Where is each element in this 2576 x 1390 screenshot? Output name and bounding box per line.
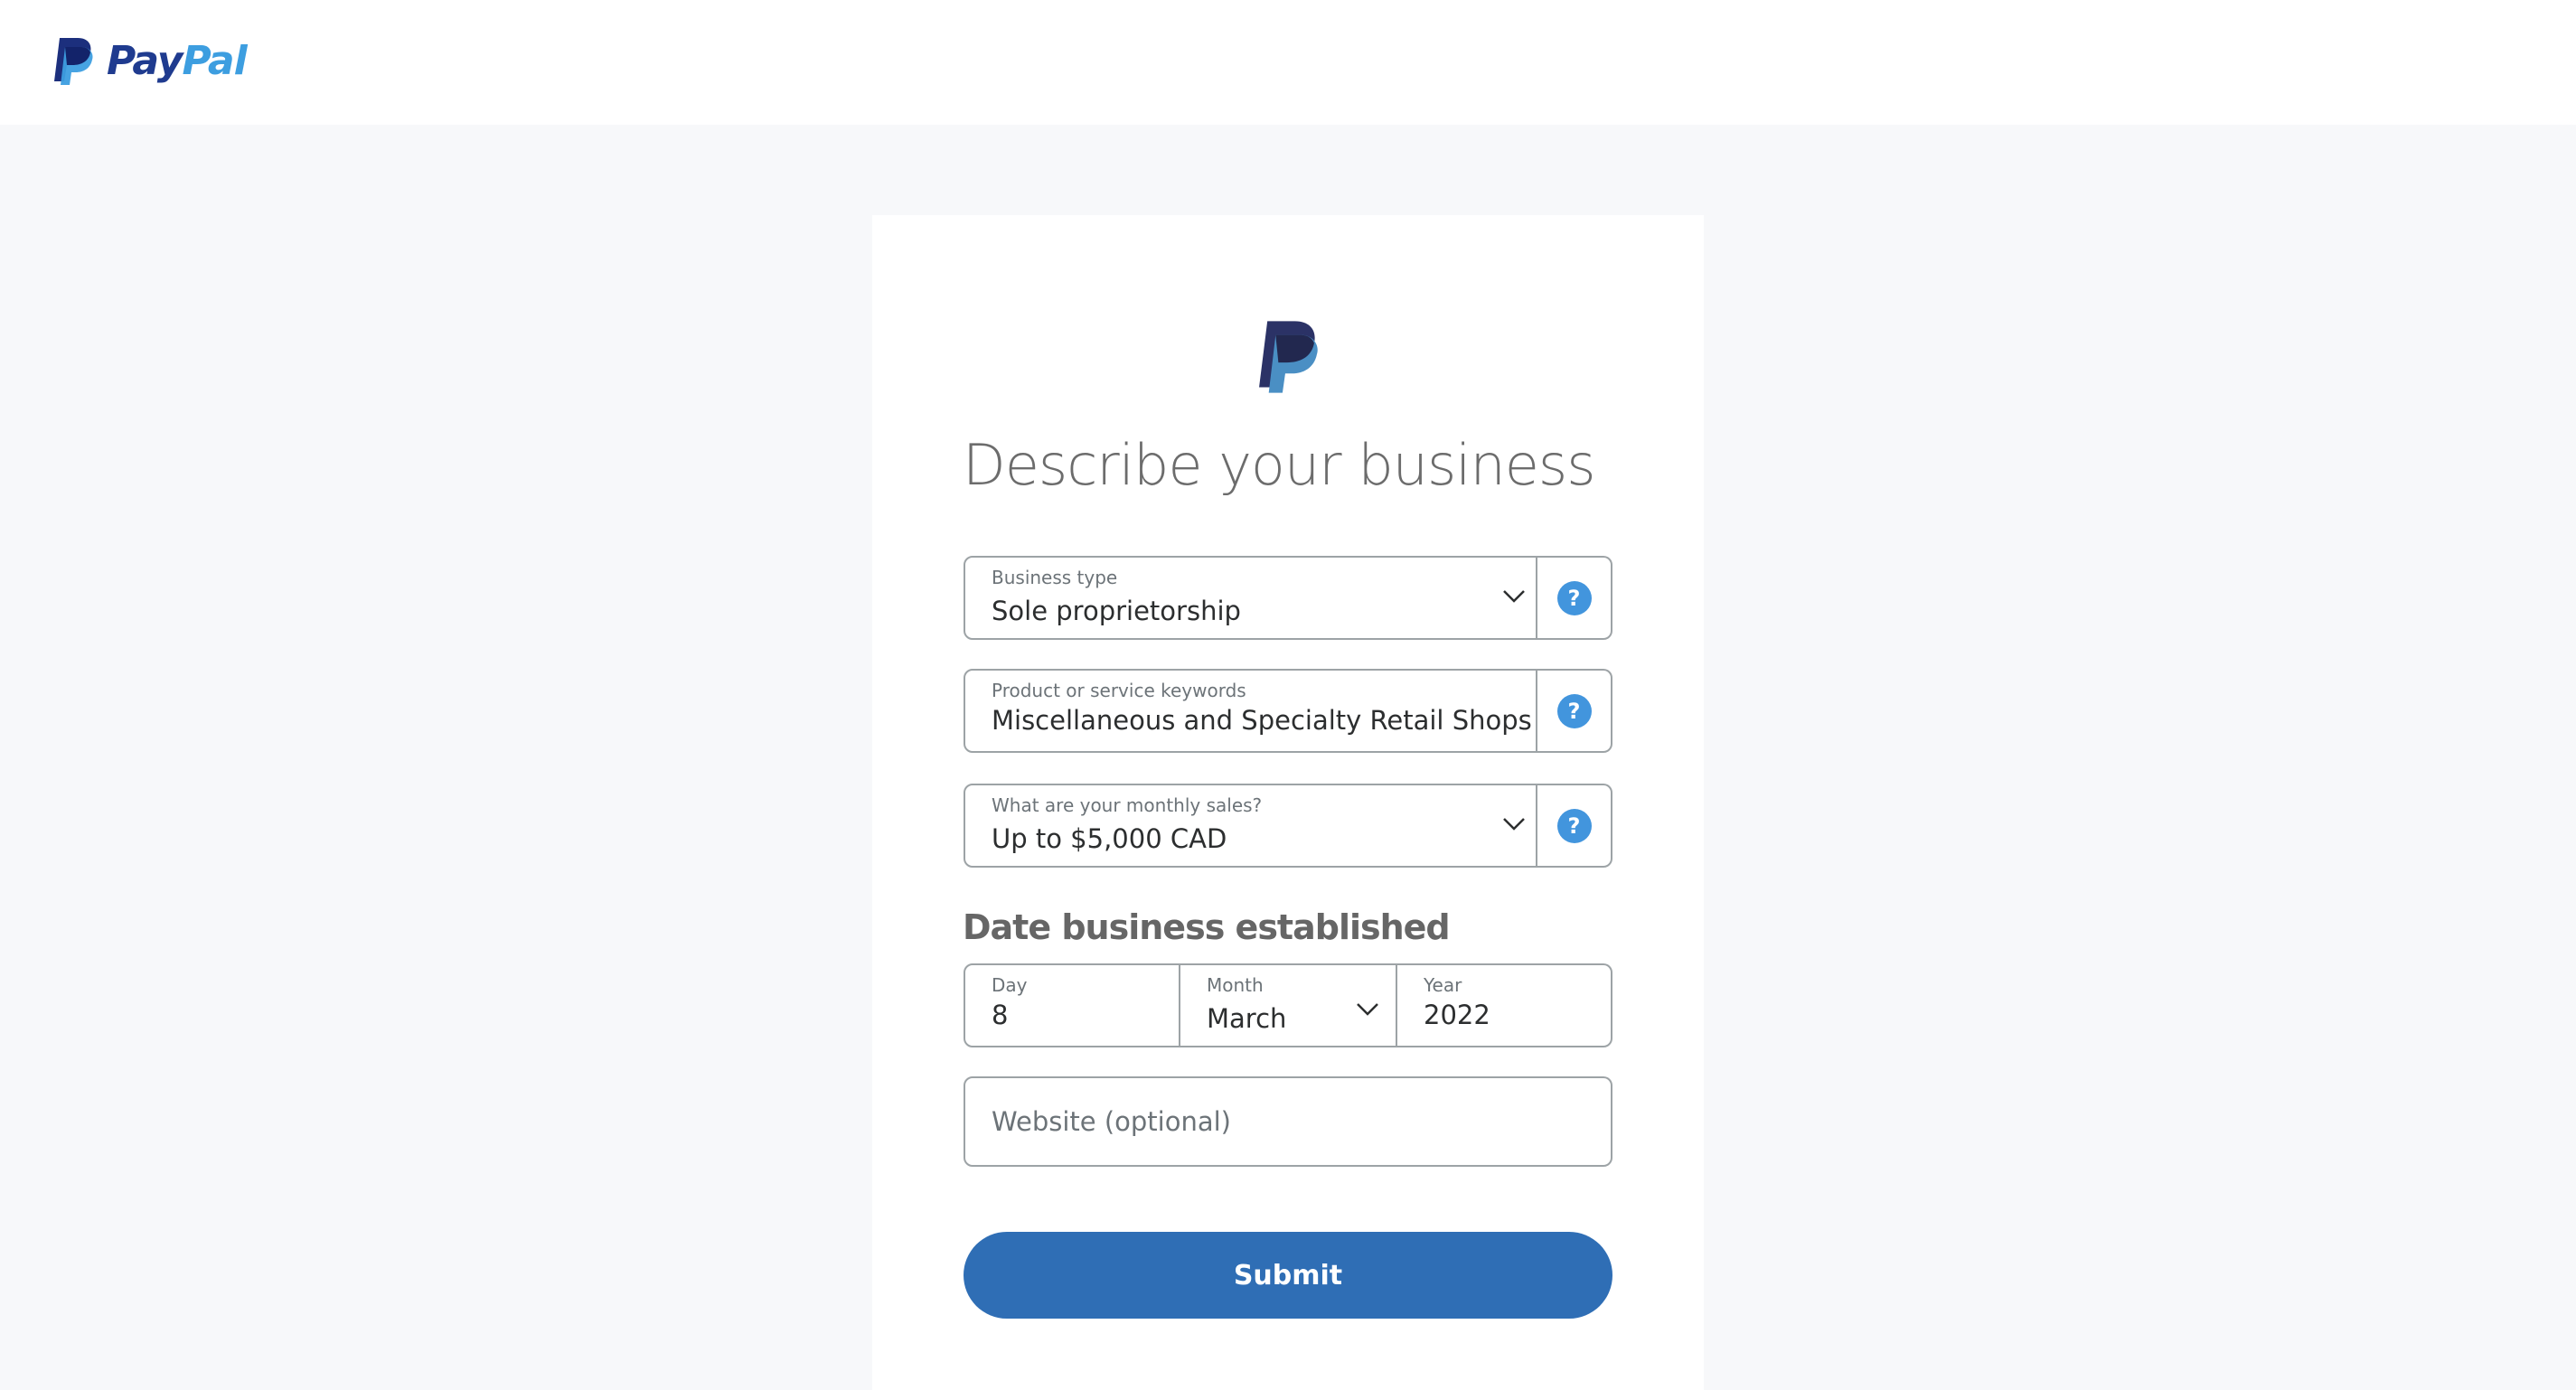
keywords-field[interactable]: Product or service keywords Miscellaneou… [964, 669, 1612, 753]
date-established-group: Day 8 Month March Year 2022 [964, 963, 1612, 1047]
date-established-heading: Date business established [963, 907, 1451, 947]
page-title: Describe your business [963, 432, 1596, 498]
chevron-down-icon [1503, 590, 1525, 603]
chevron-down-icon [1503, 818, 1525, 831]
keywords-label: Product or service keywords [992, 680, 1246, 701]
business-type-dropdown[interactable]: Business type Sole proprietorship [965, 558, 1535, 638]
year-input[interactable]: Year 2022 [1397, 965, 1611, 1046]
day-input[interactable]: Day 8 [965, 965, 1180, 1046]
submit-button[interactable]: Submit [964, 1232, 1612, 1319]
monthly-sales-help-button[interactable]: ? [1536, 785, 1611, 866]
keywords-input[interactable]: Product or service keywords Miscellaneou… [965, 671, 1535, 751]
keywords-help-button[interactable]: ? [1536, 671, 1611, 751]
year-label: Year [1424, 974, 1462, 996]
business-type-value: Sole proprietorship [992, 596, 1241, 626]
help-icon: ? [1556, 580, 1592, 615]
top-header: PayPal [0, 0, 2576, 125]
paypal-monogram-icon [54, 38, 93, 85]
monthly-sales-label: What are your monthly sales? [992, 794, 1263, 816]
paypal-logo[interactable]: PayPal [52, 34, 248, 89]
day-label: Day [992, 974, 1028, 996]
business-type-select[interactable]: Business type Sole proprietorship ? [964, 556, 1612, 640]
month-value: March [1207, 1003, 1287, 1034]
paypal-monogram-icon [1259, 321, 1318, 393]
chevron-down-icon [1357, 1003, 1378, 1016]
paypal-wordmark: PayPal [107, 42, 248, 81]
form-card: Describe your business Business type Sol… [872, 215, 1704, 1390]
wordmark-pay: Pay [107, 38, 183, 84]
month-select[interactable]: Month March [1180, 965, 1397, 1046]
monthly-sales-dropdown[interactable]: What are your monthly sales? Up to $5,00… [965, 785, 1535, 866]
keywords-value: Miscellaneous and Specialty Retail Shops [992, 705, 1532, 736]
year-value: 2022 [1424, 1000, 1490, 1030]
monthly-sales-value: Up to $5,000 CAD [992, 823, 1227, 854]
website-input[interactable] [965, 1078, 1611, 1165]
business-type-label: Business type [992, 567, 1118, 588]
wordmark-pal: Pal [182, 38, 247, 84]
business-type-help-button[interactable]: ? [1536, 558, 1611, 638]
help-icon: ? [1556, 693, 1592, 728]
help-icon: ? [1556, 808, 1592, 843]
month-label: Month [1207, 974, 1264, 996]
monthly-sales-select[interactable]: What are your monthly sales? Up to $5,00… [964, 784, 1612, 868]
card-logo [1256, 321, 1320, 397]
website-field[interactable] [964, 1076, 1612, 1167]
day-value: 8 [992, 1000, 1009, 1030]
